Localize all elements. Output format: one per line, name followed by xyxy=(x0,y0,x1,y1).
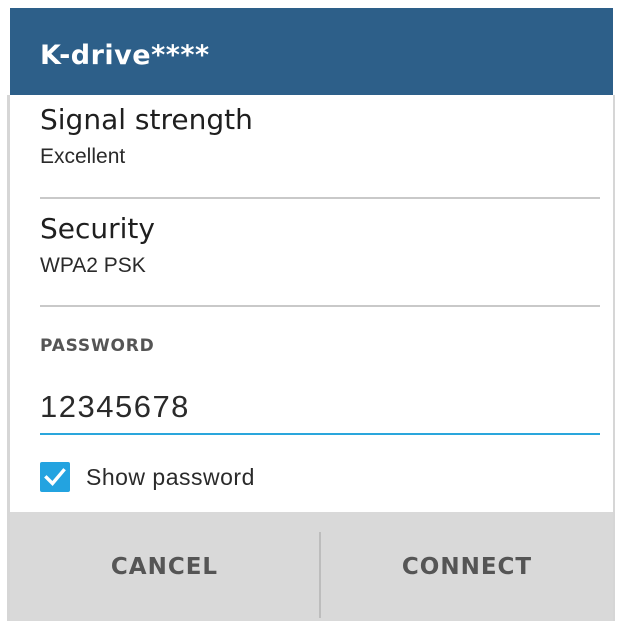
show-password-label[interactable]: Show password xyxy=(86,464,255,491)
divider xyxy=(40,305,600,307)
divider xyxy=(40,197,600,199)
signal-strength-value: Excellent xyxy=(40,145,126,168)
dialog-button-bar: CANCEL CONNECT xyxy=(10,512,613,621)
security-section: Security WPA2 PSK xyxy=(40,212,155,279)
signal-strength-label: Signal strength xyxy=(40,103,253,136)
wifi-connect-dialog: K-drive**** Signal strength Excellent Se… xyxy=(0,0,622,621)
dialog-right-edge xyxy=(613,95,615,621)
security-value: WPA2 PSK xyxy=(40,254,146,277)
security-label: Security xyxy=(40,212,155,245)
password-header: PASSWORD xyxy=(40,336,155,356)
show-password-checkbox[interactable] xyxy=(40,462,70,492)
connect-button[interactable]: CONNECT xyxy=(321,512,613,621)
checkmark-icon xyxy=(44,468,66,487)
cancel-button[interactable]: CANCEL xyxy=(10,512,319,621)
dialog-header: K-drive**** xyxy=(10,8,613,95)
password-input-value[interactable]: 12345678 xyxy=(40,389,190,425)
signal-strength-section: Signal strength Excellent xyxy=(40,103,253,170)
show-password-toggle[interactable]: Show password xyxy=(40,461,255,493)
network-name-title: K-drive**** xyxy=(40,40,210,71)
password-input[interactable]: 12345678 xyxy=(40,383,600,435)
